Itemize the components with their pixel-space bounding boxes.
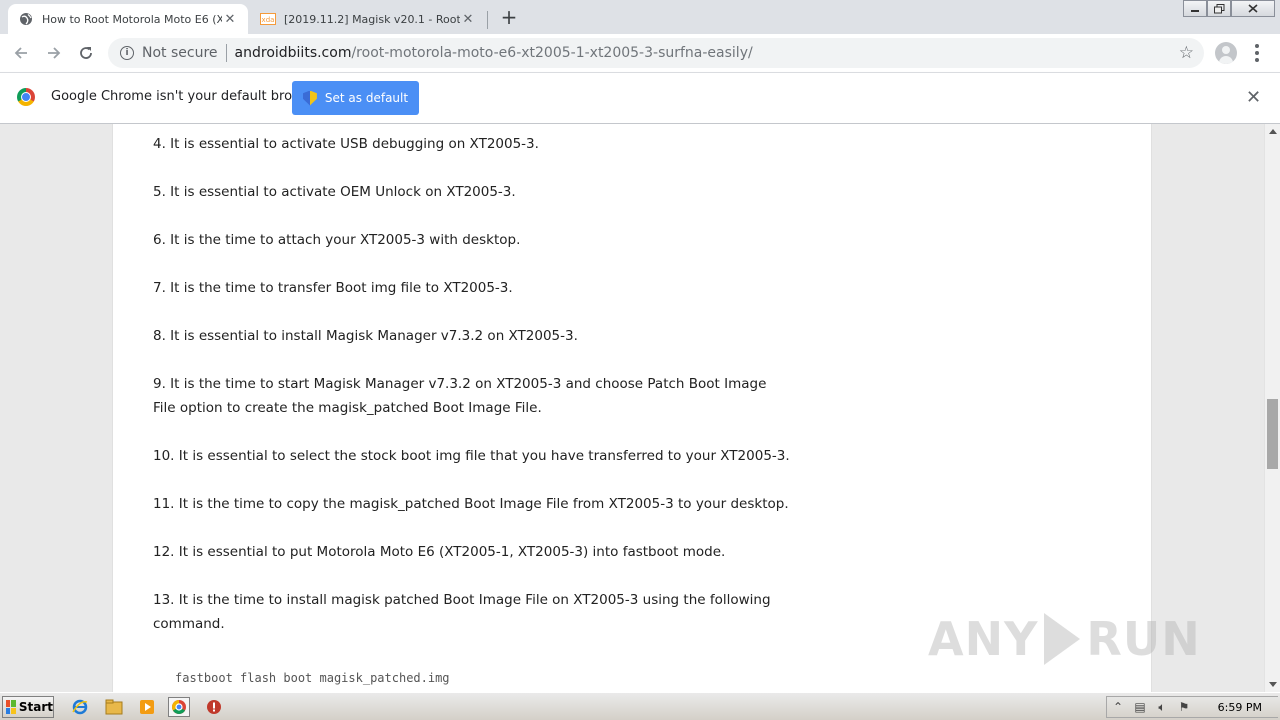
network-icon[interactable]: ▤ bbox=[1129, 700, 1151, 714]
watermark-left: ANY bbox=[928, 612, 1039, 666]
volume-icon[interactable]: 🔈︎ bbox=[1151, 700, 1173, 715]
article-body: 4. It is essential to activate USB debug… bbox=[153, 132, 793, 690]
page-viewport: 4. It is essential to activate USB debug… bbox=[0, 124, 1264, 692]
globe-icon bbox=[18, 11, 34, 27]
profile-avatar[interactable] bbox=[1215, 42, 1237, 64]
start-label: Start bbox=[18, 700, 53, 714]
security-label: Not secure bbox=[142, 45, 218, 61]
step-item: 10. It is essential to select the stock … bbox=[153, 448, 790, 464]
back-button[interactable] bbox=[9, 41, 33, 65]
windows-logo-icon bbox=[6, 700, 16, 714]
forward-arrow-icon bbox=[48, 47, 61, 59]
infobar-close-icon[interactable]: ✕ bbox=[1246, 87, 1261, 108]
xda-favicon-icon: xda bbox=[260, 11, 276, 27]
scroll-thumb[interactable] bbox=[1267, 399, 1278, 469]
tab-active[interactable]: How to Root Motorola Moto E6 (XT2005 ✕ bbox=[8, 4, 248, 34]
step-item: 13. It is the time to install magisk pat… bbox=[153, 592, 771, 632]
tab-title: [2019.11.2] Magisk v20.1 - Root & U bbox=[284, 12, 460, 26]
start-button[interactable]: Start bbox=[2, 696, 54, 718]
step-item: 6. It is the time to attach your XT2005-… bbox=[153, 232, 521, 248]
command-line: fastboot flash boot magisk_patched.img bbox=[175, 671, 450, 685]
play-icon bbox=[1044, 613, 1081, 665]
browser-toolbar: i Not secure androidbiits.com /root-moto… bbox=[0, 34, 1280, 72]
bookmark-star-icon[interactable]: ☆ bbox=[1179, 43, 1194, 63]
step-item: 4. It is essential to activate USB debug… bbox=[153, 136, 539, 152]
tab-strip: How to Root Motorola Moto E6 (XT2005 ✕ x… bbox=[0, 0, 1280, 34]
system-tray: ⌃ ▤ 🔈︎ ⚑ 6:59 PM bbox=[1106, 696, 1278, 718]
url-host: androidbiits.com bbox=[234, 45, 352, 61]
restore-button[interactable] bbox=[1207, 0, 1231, 17]
tab-close-icon[interactable]: ✕ bbox=[222, 11, 238, 27]
step-item: 8. It is essential to install Magisk Man… bbox=[153, 328, 578, 344]
scroll-up-arrow-icon[interactable] bbox=[1269, 129, 1277, 134]
step-item: 11. It is the time to copy the magisk_pa… bbox=[153, 496, 789, 512]
new-tab-button[interactable]: + bbox=[498, 5, 520, 29]
file-explorer-icon[interactable] bbox=[103, 697, 125, 717]
uac-shield-icon bbox=[303, 91, 317, 106]
url-path: /root-motorola-moto-e6-xt2005-1-xt2005-3… bbox=[351, 45, 753, 61]
scroll-down-arrow-icon[interactable] bbox=[1269, 682, 1277, 687]
tab-title: How to Root Motorola Moto E6 (XT2005 bbox=[42, 12, 222, 26]
svg-text:xda: xda bbox=[262, 16, 275, 24]
tab-inactive[interactable]: xda [2019.11.2] Magisk v20.1 - Root & U … bbox=[250, 4, 486, 34]
chrome-logo-icon bbox=[17, 88, 35, 106]
media-player-icon[interactable] bbox=[136, 697, 158, 717]
article-page: 4. It is essential to activate USB debug… bbox=[112, 124, 1152, 692]
action-center-flag-icon[interactable]: ⚑ bbox=[1173, 700, 1195, 714]
info-icon[interactable]: i bbox=[120, 46, 134, 60]
step-item: 5. It is essential to activate OEM Unloc… bbox=[153, 184, 516, 200]
address-divider bbox=[225, 44, 227, 62]
reload-button[interactable] bbox=[74, 41, 98, 65]
show-hidden-icons-icon[interactable]: ⌃ bbox=[1107, 700, 1129, 714]
reload-icon bbox=[80, 47, 92, 59]
anyrun-watermark: ANY RUN bbox=[928, 612, 1201, 666]
window-controls bbox=[1183, 0, 1275, 18]
set-as-default-button[interactable]: Set as default bbox=[292, 81, 419, 115]
step-item: 12. It is essential to put Motorola Moto… bbox=[153, 544, 726, 560]
tab-separator bbox=[487, 11, 488, 29]
internet-explorer-icon[interactable] bbox=[69, 697, 91, 717]
minimize-button[interactable] bbox=[1183, 0, 1207, 17]
address-bar[interactable]: i Not secure androidbiits.com /root-moto… bbox=[108, 38, 1204, 68]
stop-sign-icon[interactable] bbox=[203, 697, 225, 717]
tab-close-icon[interactable]: ✕ bbox=[460, 11, 476, 27]
taskbar-clock[interactable]: 6:59 PM bbox=[1218, 701, 1262, 714]
vertical-scrollbar[interactable] bbox=[1264, 124, 1280, 692]
watermark-right: RUN bbox=[1086, 612, 1201, 666]
step-item: 7. It is the time to transfer Boot img f… bbox=[153, 280, 513, 296]
chrome-menu-icon[interactable] bbox=[1252, 43, 1262, 63]
set-as-default-label: Set as default bbox=[324, 91, 409, 105]
forward-button[interactable] bbox=[42, 41, 66, 65]
default-browser-infobar: Google Chrome isn't your default browser… bbox=[0, 72, 1280, 124]
infobar-message: Google Chrome isn't your default browser bbox=[51, 89, 323, 104]
back-arrow-icon bbox=[14, 47, 27, 59]
window-close-button[interactable] bbox=[1231, 0, 1275, 17]
step-item: 9. It is the time to start Magisk Manage… bbox=[153, 376, 767, 416]
chrome-taskbar-icon[interactable] bbox=[168, 697, 190, 717]
windows-taskbar: Start ⌃ ▤ 🔈︎ ⚑ 6:59 PM bbox=[0, 692, 1280, 720]
